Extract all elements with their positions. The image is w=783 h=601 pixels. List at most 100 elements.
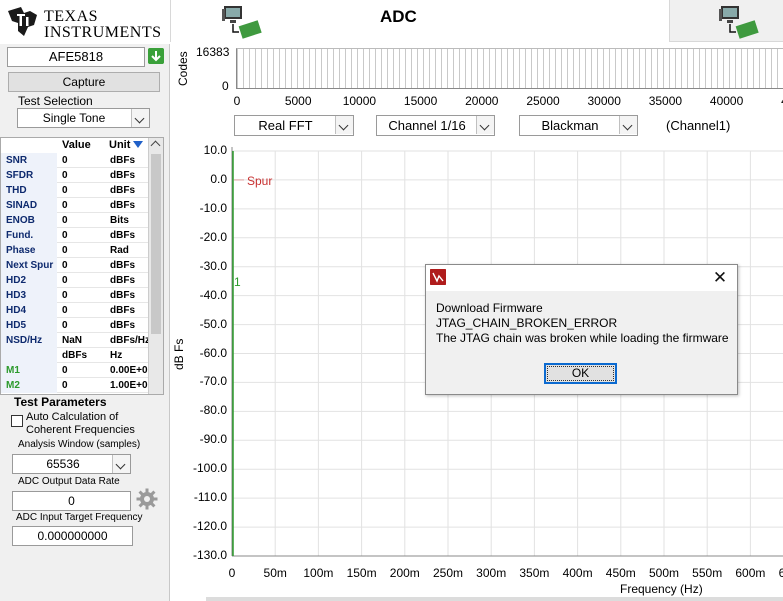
metric-row[interactable]: HD3 0 dBFs xyxy=(1,288,148,303)
dialog-message: Download Firmware JTAG_CHAIN_BROKEN_ERRO… xyxy=(436,301,729,346)
metric-name: SINAD xyxy=(1,198,57,213)
device-field[interactable]: AFE5818 xyxy=(7,47,145,67)
app-header: TEXAS INSTRUMENTS ADC xyxy=(0,0,783,44)
metric-name: HD2 xyxy=(1,273,57,288)
test-selection-label: Test Selection xyxy=(18,94,93,108)
metric-row[interactable]: NSD/Hz NaN dBFs/Hz xyxy=(1,333,148,348)
metric-row[interactable]: Next Spur 0 dBFs xyxy=(1,258,148,273)
download-icon[interactable] xyxy=(148,48,164,64)
auto-calc-checkbox[interactable] xyxy=(11,415,23,427)
analysis-window-select[interactable]: 65536 xyxy=(12,454,131,474)
adc-rate-field[interactable]: 0 xyxy=(12,491,131,511)
ok-button[interactable]: OK xyxy=(544,363,617,384)
fft-x-tick: 400m xyxy=(562,566,593,580)
metric-name: NSD/Hz xyxy=(1,333,57,348)
metric-unit: dBFs xyxy=(110,155,135,166)
metric-value: 0 xyxy=(62,230,68,241)
sort-arrow-icon[interactable] xyxy=(133,141,143,148)
metric-value: 0 xyxy=(62,245,68,256)
dialog-error-text: The JTAG chain was broken while loading … xyxy=(436,331,729,345)
metric-row[interactable]: SFDR 0 dBFs xyxy=(1,168,148,183)
metrics-scrollbar[interactable] xyxy=(148,138,163,394)
chevron-down-icon[interactable] xyxy=(476,116,494,134)
codes-axis-label: Codes xyxy=(174,51,190,90)
codes-x-tick: 35000 xyxy=(648,94,683,108)
metric-name: Phase xyxy=(1,243,57,258)
fft-y-tick: -10.0 xyxy=(199,200,227,215)
fft-y-tick: -40.0 xyxy=(199,287,227,302)
test-selection-select[interactable]: Single Tone xyxy=(17,108,150,128)
metric-unit: dBFs xyxy=(110,230,135,241)
metric-row[interactable]: SNR 0 dBFs xyxy=(1,153,148,168)
scrollbar-thumb[interactable] xyxy=(151,154,161,334)
ti-logo: TEXAS INSTRUMENTS xyxy=(6,3,166,41)
metric-name: SFDR xyxy=(1,168,57,183)
fft-y-tick: -30.0 xyxy=(199,258,227,273)
metric-name: M2 xyxy=(1,378,57,393)
fft-x-tick: 0 xyxy=(228,566,236,580)
codes-time-plot[interactable] xyxy=(236,48,783,89)
window-function-select[interactable]: Blackman xyxy=(519,115,638,136)
horizontal-scrollbar[interactable] xyxy=(206,597,783,601)
fft-x-tick: 50m xyxy=(263,566,287,580)
metric-row[interactable]: ENOB 0 Bits xyxy=(1,213,148,228)
unit-column-header[interactable]: Unit xyxy=(109,139,130,151)
cursor-marker-label[interactable]: 1 xyxy=(234,275,241,289)
pc-board-icon[interactable] xyxy=(719,5,759,39)
metric-value: 0 xyxy=(62,290,68,301)
metric-row[interactable]: THD 0 dBFs xyxy=(1,183,148,198)
codes-x-tick: 0 xyxy=(233,94,241,108)
fft-y-tick: -90.0 xyxy=(199,432,227,447)
metric-row[interactable]: Phase 0 Rad xyxy=(1,243,148,258)
metric-unit: dBFs/Hz xyxy=(110,335,148,346)
scroll-up-icon[interactable] xyxy=(150,140,161,151)
metric-value: 0 xyxy=(62,275,68,286)
codes-x-tick: 5000 xyxy=(284,94,312,108)
dialog-titlebar[interactable]: ✕ xyxy=(426,265,737,291)
fft-x-tick: 500m xyxy=(648,566,680,580)
adc-input-freq-label: ADC Input Target Frequency xyxy=(16,512,143,523)
ti-logo-icon xyxy=(8,7,37,36)
test-selection-value: Single Tone xyxy=(42,111,106,125)
close-icon[interactable]: ✕ xyxy=(709,268,731,288)
metric-row[interactable]: HD2 0 dBFs xyxy=(1,273,148,288)
metric-row[interactable]: SINAD 0 dBFs xyxy=(1,198,148,213)
chevron-down-icon[interactable] xyxy=(112,455,130,473)
channel-select[interactable]: Channel 1/16 xyxy=(376,115,495,136)
spur-marker-label: Spur xyxy=(247,174,273,188)
capture-button[interactable]: Capture xyxy=(8,72,160,92)
metric-row[interactable]: HD5 0 dBFs xyxy=(1,318,148,333)
test-parameters-title: Test Parameters xyxy=(14,395,107,409)
metric-row[interactable]: M1 0 0.00E+0 xyxy=(1,363,148,378)
chevron-down-icon[interactable] xyxy=(131,109,149,127)
metric-unit: dBFs xyxy=(110,170,135,181)
gear-icon[interactable] xyxy=(136,488,158,510)
metric-row[interactable]: dBFs Hz xyxy=(1,348,148,363)
metric-value: 0 xyxy=(62,155,68,166)
fft-y-tick: -20.0 xyxy=(199,229,227,244)
metric-value: 0 xyxy=(62,380,68,391)
pc-board-icon[interactable] xyxy=(222,5,262,39)
fft-y-axis-label: dB Fs xyxy=(172,338,186,380)
auto-calc-label: Auto Calculation of Coherent Frequencies xyxy=(26,411,135,436)
metric-unit: dBFs xyxy=(110,185,135,196)
metric-name: THD xyxy=(1,183,57,198)
fft-type-select[interactable]: Real FFT xyxy=(234,115,354,136)
chevron-down-icon[interactable] xyxy=(335,116,353,134)
metric-row[interactable]: M2 0 1.00E+0 xyxy=(1,378,148,393)
fft-x-tick: 300m xyxy=(476,566,507,580)
metric-value: 0 xyxy=(62,305,68,316)
fft-y-tick: -60.0 xyxy=(199,345,227,360)
fft-y-tick: -120.0 xyxy=(192,519,227,534)
metric-row[interactable]: HD4 0 dBFs xyxy=(1,303,148,318)
chevron-down-icon[interactable] xyxy=(619,116,637,134)
metric-value: 0 xyxy=(62,170,68,181)
fft-x-tick: 600m xyxy=(735,566,766,580)
metric-row[interactable]: Fund. 0 dBFs xyxy=(1,228,148,243)
codes-x-tick: 10000 xyxy=(342,94,377,108)
metric-unit: 0.00E+0 xyxy=(110,365,148,376)
adc-input-freq-field[interactable]: 0.000000000 xyxy=(12,526,133,546)
fft-x-tick: 150m xyxy=(346,566,377,580)
fft-ylabel-text: dB Fs xyxy=(172,338,186,370)
metric-unit: dBFs xyxy=(110,320,135,331)
